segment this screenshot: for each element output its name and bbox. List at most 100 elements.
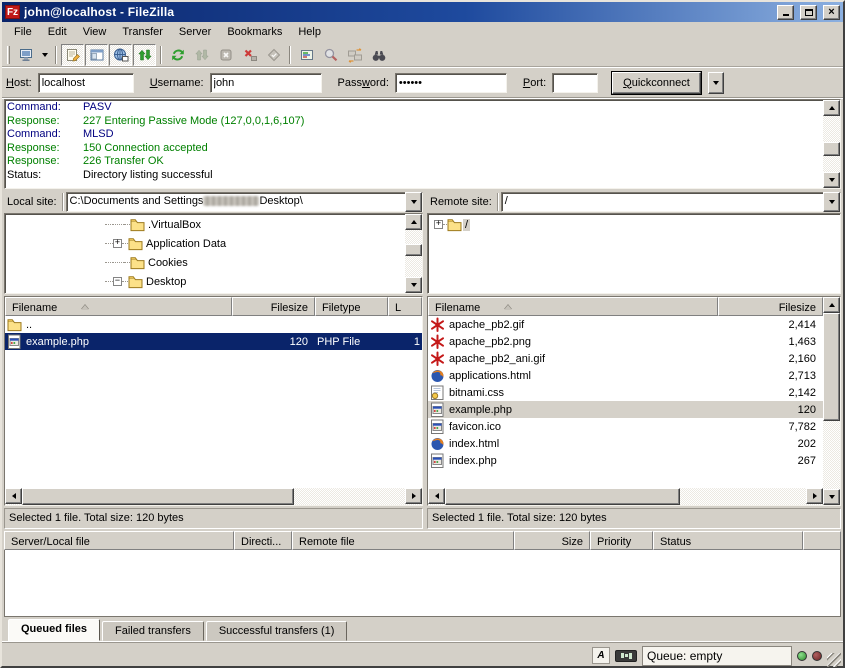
column-header-filetype[interactable]: Filetype: [315, 297, 388, 316]
queue-column-size[interactable]: Size: [514, 531, 590, 550]
scroll-right-button[interactable]: [405, 488, 422, 504]
scroll-left-button[interactable]: [5, 488, 22, 504]
file-search-button[interactable]: [319, 44, 342, 66]
scroll-up-button[interactable]: [823, 100, 840, 116]
tab-successful-transfers-1-[interactable]: Successful transfers (1): [206, 621, 348, 641]
remote-tree: +/: [427, 213, 841, 294]
username-input[interactable]: [210, 73, 322, 93]
file-row-apache-pb2.png[interactable]: apache_pb2.png1,463: [428, 333, 823, 350]
file-row-bitnami.css[interactable]: bitnami.css2,142: [428, 384, 823, 401]
scroll-up-button[interactable]: [405, 214, 422, 230]
reconnect-button[interactable]: [262, 44, 285, 66]
expand-icon[interactable]: +: [113, 239, 122, 248]
file-row-example.php[interactable]: example.php120PHP File1: [5, 333, 422, 350]
local-tree-scrollbar[interactable]: [405, 214, 422, 293]
log-line-type: Response:: [7, 142, 83, 156]
column-header-filesize[interactable]: Filesize: [232, 297, 315, 316]
file-name-cell: apache_pb2_ani.gif: [428, 351, 718, 367]
quickconnect-dropdown[interactable]: [708, 72, 724, 94]
menu-server[interactable]: Server: [171, 24, 219, 40]
file-row-favicon.ico[interactable]: favicon.ico7,782: [428, 418, 823, 435]
expand-icon[interactable]: +: [434, 220, 443, 229]
tree-item-root[interactable]: +/: [428, 215, 840, 234]
local-site-combobox[interactable]: C:\Documents and SettingsDesktop\: [66, 192, 423, 212]
close-button[interactable]: ×: [823, 5, 840, 20]
host-input[interactable]: [38, 73, 134, 93]
scroll-thumb[interactable]: [823, 313, 840, 421]
refresh-button[interactable]: [166, 44, 189, 66]
remote-site-dropdown[interactable]: [823, 192, 840, 212]
process-queue-button[interactable]: [190, 44, 213, 66]
scroll-down-button[interactable]: [823, 172, 840, 188]
data-type-indicator[interactable]: A: [592, 647, 610, 664]
scroll-down-button[interactable]: [823, 489, 840, 505]
menu-file[interactable]: File: [6, 24, 40, 40]
column-header-filename[interactable]: Filename: [428, 297, 718, 316]
directory-comparison-button[interactable]: [367, 44, 390, 66]
collapse-icon[interactable]: −: [113, 277, 122, 286]
toggle-remote-tree-button[interactable]: [109, 44, 132, 66]
remote-horizontal-scrollbar[interactable]: [428, 488, 823, 505]
queue-column-blank[interactable]: [803, 531, 841, 550]
tree-item--virtualbox[interactable]: .VirtualBox: [5, 215, 405, 234]
queue-column-status[interactable]: Status: [653, 531, 803, 550]
scroll-thumb[interactable]: [445, 488, 680, 505]
cancel-operation-button[interactable]: [214, 44, 237, 66]
toggle-transfer-queue-button[interactable]: [133, 44, 156, 66]
menu-edit[interactable]: Edit: [40, 24, 75, 40]
resize-grip[interactable]: [827, 653, 841, 667]
queue-column-server-local-file[interactable]: Server/Local file: [4, 531, 234, 550]
filter-button[interactable]: [295, 44, 318, 66]
synchronized-browsing-button[interactable]: [343, 44, 366, 66]
password-input[interactable]: [395, 73, 507, 93]
file-row-applications.html[interactable]: applications.html2,713: [428, 367, 823, 384]
scroll-down-button[interactable]: [405, 277, 422, 293]
local-site-dropdown[interactable]: [405, 192, 422, 212]
toggle-local-tree-button[interactable]: [85, 44, 108, 66]
scroll-track: [294, 488, 405, 505]
speed-limits-icon[interactable]: [615, 650, 637, 662]
scroll-thumb[interactable]: [823, 142, 840, 156]
tree-item-cookies[interactable]: Cookies: [5, 253, 405, 272]
column-header-filesize[interactable]: Filesize: [718, 297, 823, 316]
remote-file-list: FilenameFilesize apache_pb2.gif2,414apac…: [427, 296, 841, 506]
quickconnect-button[interactable]: Quickconnect: [612, 72, 701, 94]
local-horizontal-scrollbar[interactable]: [5, 488, 422, 505]
queue-column-directi-[interactable]: Directi...: [234, 531, 292, 550]
maximize-button[interactable]: [800, 5, 817, 20]
scroll-thumb[interactable]: [405, 244, 422, 256]
column-header-l[interactable]: L: [388, 297, 422, 316]
scroll-right-button[interactable]: [806, 488, 823, 504]
file-row-..[interactable]: ..: [5, 316, 422, 333]
scroll-up-button[interactable]: [823, 297, 840, 313]
menu-help[interactable]: Help: [290, 24, 329, 40]
menu-view[interactable]: View: [75, 24, 115, 40]
tree-item-desktop[interactable]: −Desktop: [5, 272, 405, 291]
file-row-example.php[interactable]: example.php120: [428, 401, 823, 418]
site-manager-dropdown[interactable]: [38, 44, 51, 66]
file-row-index.php[interactable]: index.php267: [428, 452, 823, 469]
port-input[interactable]: [552, 73, 598, 93]
queue-column-remote-file[interactable]: Remote file: [292, 531, 514, 550]
menu-transfer[interactable]: Transfer: [114, 24, 171, 40]
queue-column-priority[interactable]: Priority: [590, 531, 653, 550]
file-row-apache-pb2-ani.gif[interactable]: apache_pb2_ani.gif2,160: [428, 350, 823, 367]
disconnect-button[interactable]: [238, 44, 261, 66]
file-row-apache-pb2.gif[interactable]: apache_pb2.gif2,414: [428, 316, 823, 333]
remote-vertical-scrollbar[interactable]: [823, 297, 840, 505]
column-header-filename[interactable]: Filename: [5, 297, 232, 316]
tab-queued-files[interactable]: Queued files: [8, 619, 100, 641]
menu-bookmarks[interactable]: Bookmarks: [219, 24, 290, 40]
log-line: Response:227 Entering Passive Mode (127,…: [7, 115, 821, 129]
remote-site-combobox[interactable]: /: [501, 192, 841, 212]
scroll-left-button[interactable]: [428, 488, 445, 504]
toggle-message-log-button[interactable]: [61, 44, 84, 66]
scroll-thumb[interactable]: [22, 488, 294, 505]
tab-failed-transfers[interactable]: Failed transfers: [102, 621, 204, 641]
tree-item-application-data[interactable]: +Application Data: [5, 234, 405, 253]
log-vertical-scrollbar[interactable]: [823, 100, 840, 188]
menu-bar: FileEditViewTransferServerBookmarksHelp: [2, 22, 843, 42]
file-row-index.html[interactable]: index.html202: [428, 435, 823, 452]
minimize-button[interactable]: [777, 5, 794, 20]
site-manager-button[interactable]: [14, 44, 37, 66]
